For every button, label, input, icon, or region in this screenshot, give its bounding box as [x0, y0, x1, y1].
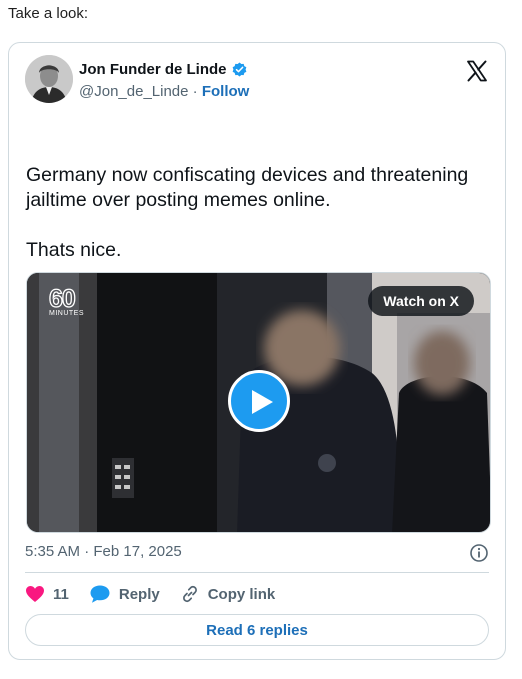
info-icon[interactable] [469, 543, 489, 563]
tweet-text: Germany now confiscating devices and thr… [26, 163, 486, 288]
copy-link-button[interactable]: Copy link [180, 584, 276, 604]
reply-bubble-icon [90, 585, 110, 603]
like-button[interactable]: 11 [25, 585, 69, 603]
x-logo-icon[interactable] [465, 59, 489, 83]
divider [25, 572, 489, 573]
play-icon [252, 390, 273, 414]
author-name[interactable]: Jon Funder de Linde [79, 61, 227, 78]
tweet-paragraph: Germany now confiscating devices and thr… [26, 164, 469, 211]
reply-label: Reply [118, 585, 160, 603]
avatar[interactable] [25, 55, 73, 103]
reply-button[interactable]: Reply [89, 584, 160, 604]
play-button[interactable] [228, 370, 290, 432]
read-replies-button[interactable]: Read 6 replies [25, 614, 489, 646]
sixty-minutes-logo-text: MINUTES [49, 310, 84, 317]
tweet-timestamp[interactable]: 5:35 AM · Feb 17, 2025 [25, 543, 182, 560]
tweet-paragraph: Thats nice. [26, 239, 122, 261]
verified-badge-icon [232, 62, 246, 77]
author-handle[interactable]: @Jon_de_Linde [79, 83, 188, 100]
separator-dot: · [192, 83, 198, 100]
watch-on-x-button[interactable]: Watch on X [368, 286, 474, 316]
author-handle-row: @Jon_de_Linde · Follow [79, 83, 249, 100]
action-bar: 11 Reply Copy link [25, 584, 295, 604]
link-icon [182, 585, 197, 603]
video-media[interactable]: 60 MINUTES Watch on X [26, 272, 491, 533]
embedded-tweet-card[interactable]: Jon Funder de Linde @Jon_de_Linde · Foll… [8, 42, 506, 660]
copy-link-label: Copy link [207, 585, 276, 603]
author-name-row[interactable]: Jon Funder de Linde [79, 61, 248, 78]
like-count: 11 [53, 585, 69, 603]
heart-icon [26, 586, 44, 602]
follow-link[interactable]: Follow [202, 83, 250, 100]
intro-text: Take a look: [8, 5, 89, 22]
sixty-minutes-logo: 60 [48, 285, 76, 313]
